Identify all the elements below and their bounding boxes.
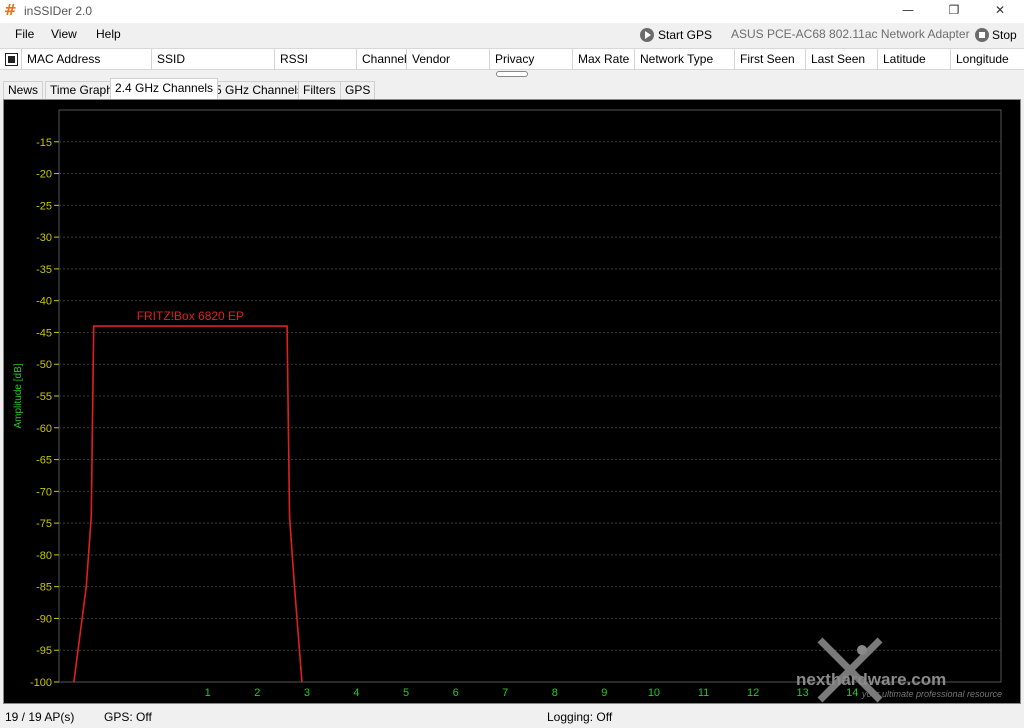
column-channel[interactable]: Channel xyxy=(357,49,407,70)
tab-5-ghz-channels[interactable]: 5 GHz Channels xyxy=(210,81,309,99)
tab-time-graph[interactable]: Time Graph xyxy=(45,81,118,99)
minimize-icon[interactable]: — xyxy=(885,0,931,23)
channel-graph: -15 -20 -25 -30 -35 -40 -45 -50 -55 -60 -65 -70 -75 -… xyxy=(13,109,1002,699)
stop-button[interactable]: Stop xyxy=(975,26,1017,44)
start-gps-button[interactable]: Start GPS xyxy=(640,26,712,44)
column-rssi[interactable]: RSSI xyxy=(275,49,357,70)
title-bar: # inSSIDer 2.0 — ❐ ✕ xyxy=(0,0,1024,23)
y-axis-label: Amplitude [dB] xyxy=(13,363,24,428)
y-tick-label: -85 xyxy=(36,582,52,594)
stop-label: Stop xyxy=(992,28,1017,42)
y-tick-label: -100 xyxy=(30,677,52,689)
y-tick-label: -60 xyxy=(36,423,52,435)
column-max-rate[interactable]: Max Rate xyxy=(573,49,635,70)
channel-tick-label: 5 xyxy=(403,687,409,699)
network-adapter-select[interactable]: ASUS PCE-AC68 802.11ac Network Adapter xyxy=(731,27,970,41)
column-mac-address[interactable]: MAC Address xyxy=(22,49,152,70)
channel-tick-label: 9 xyxy=(601,687,607,699)
channel-tick-label: 1 xyxy=(205,687,211,699)
column-longitude[interactable]: Longitude xyxy=(951,49,1024,70)
channel-tick-label: 6 xyxy=(453,687,459,699)
tab-strip: News Time Graph 2.4 GHz Channels 5 GHz C… xyxy=(0,78,1024,99)
column-network-type[interactable]: Network Type xyxy=(635,49,735,70)
logging-status: Logging: Off xyxy=(547,710,613,724)
channel-tick-label: 11 xyxy=(698,687,709,699)
y-tick-label: -40 xyxy=(36,296,52,308)
y-tick-label: -75 xyxy=(36,518,52,530)
watermark-tagline: your ultimate professional resource xyxy=(862,689,1003,699)
panel-splitter-handle[interactable] xyxy=(496,71,528,77)
channel-tick-label: 8 xyxy=(552,687,558,699)
column-first-seen[interactable]: First Seen xyxy=(735,49,806,70)
column-privacy[interactable]: Privacy xyxy=(490,49,573,70)
window-title: inSSIDer 2.0 xyxy=(24,4,93,18)
channel-tick-label: 10 xyxy=(648,687,660,699)
status-bar: 19 / 19 AP(s) GPS: Off Logging: Off xyxy=(0,706,1024,728)
y-tick-label: -55 xyxy=(36,391,52,403)
y-tick-label: -70 xyxy=(36,486,52,498)
tab-2-4-ghz-channels[interactable]: 2.4 GHz Channels xyxy=(110,78,219,99)
menu-view[interactable]: View xyxy=(51,27,77,41)
tab-news[interactable]: News xyxy=(3,81,44,99)
gps-status: GPS: Off xyxy=(104,710,152,724)
watermark-brand: nexthardware.com xyxy=(796,670,947,689)
app-icon: # xyxy=(4,1,17,19)
channel-tick-label: 3 xyxy=(304,687,310,699)
column-last-seen[interactable]: Last Seen xyxy=(806,49,878,70)
y-tick-label: -20 xyxy=(36,169,52,181)
select-all-column[interactable] xyxy=(0,49,22,70)
select-all-checkbox[interactable] xyxy=(5,53,18,66)
network-list-header: MAC Address SSID RSSI Channel Vendor Pri… xyxy=(0,48,1024,70)
ap-count: 19 / 19 AP(s) xyxy=(5,710,75,724)
channel-tick-label: 12 xyxy=(747,687,759,699)
y-tick-label: -45 xyxy=(36,327,52,339)
y-tick-label: -90 xyxy=(36,613,52,625)
column-ssid[interactable]: SSID xyxy=(152,49,275,70)
y-tick-label: -25 xyxy=(36,200,52,212)
app-window: # inSSIDer 2.0 — ❐ ✕ File View Help Star… xyxy=(0,0,1024,728)
channel-graph-panel: -15 -20 -25 -30 -35 -40 -45 -50 -55 -60 -65 -70 -75 -… xyxy=(3,99,1021,704)
column-latitude[interactable]: Latitude xyxy=(878,49,951,70)
column-vendor[interactable]: Vendor xyxy=(407,49,490,70)
watermark: nexthardware.com your ultimate professio… xyxy=(796,636,1022,704)
menu-file[interactable]: File xyxy=(15,27,34,41)
y-tick-label: -65 xyxy=(36,455,52,467)
play-icon xyxy=(640,28,654,42)
menu-help[interactable]: Help xyxy=(96,27,121,41)
y-tick-label: -95 xyxy=(36,645,52,657)
close-icon[interactable]: ✕ xyxy=(977,0,1023,23)
start-gps-label: Start GPS xyxy=(658,28,713,42)
restore-icon[interactable]: ❐ xyxy=(931,0,977,23)
stop-icon xyxy=(975,28,989,42)
y-tick-label: -15 xyxy=(36,137,52,149)
network-curve xyxy=(73,325,303,683)
y-tick-label: -50 xyxy=(36,359,52,371)
network-ssid-label: FRITZ!Box 6820 EP xyxy=(137,309,244,323)
tab-filters[interactable]: Filters xyxy=(298,81,341,99)
channel-tick-label: 4 xyxy=(353,687,359,699)
menu-bar: File View Help Start GPS ASUS PCE-AC68 8… xyxy=(0,23,1024,47)
channel-tick-label: 7 xyxy=(502,687,508,699)
channel-tick-label: 2 xyxy=(254,687,260,699)
tab-gps[interactable]: GPS xyxy=(340,81,376,99)
y-tick-label: -30 xyxy=(36,232,52,244)
y-tick-label: -80 xyxy=(36,550,52,562)
y-tick-label: -35 xyxy=(36,264,52,276)
